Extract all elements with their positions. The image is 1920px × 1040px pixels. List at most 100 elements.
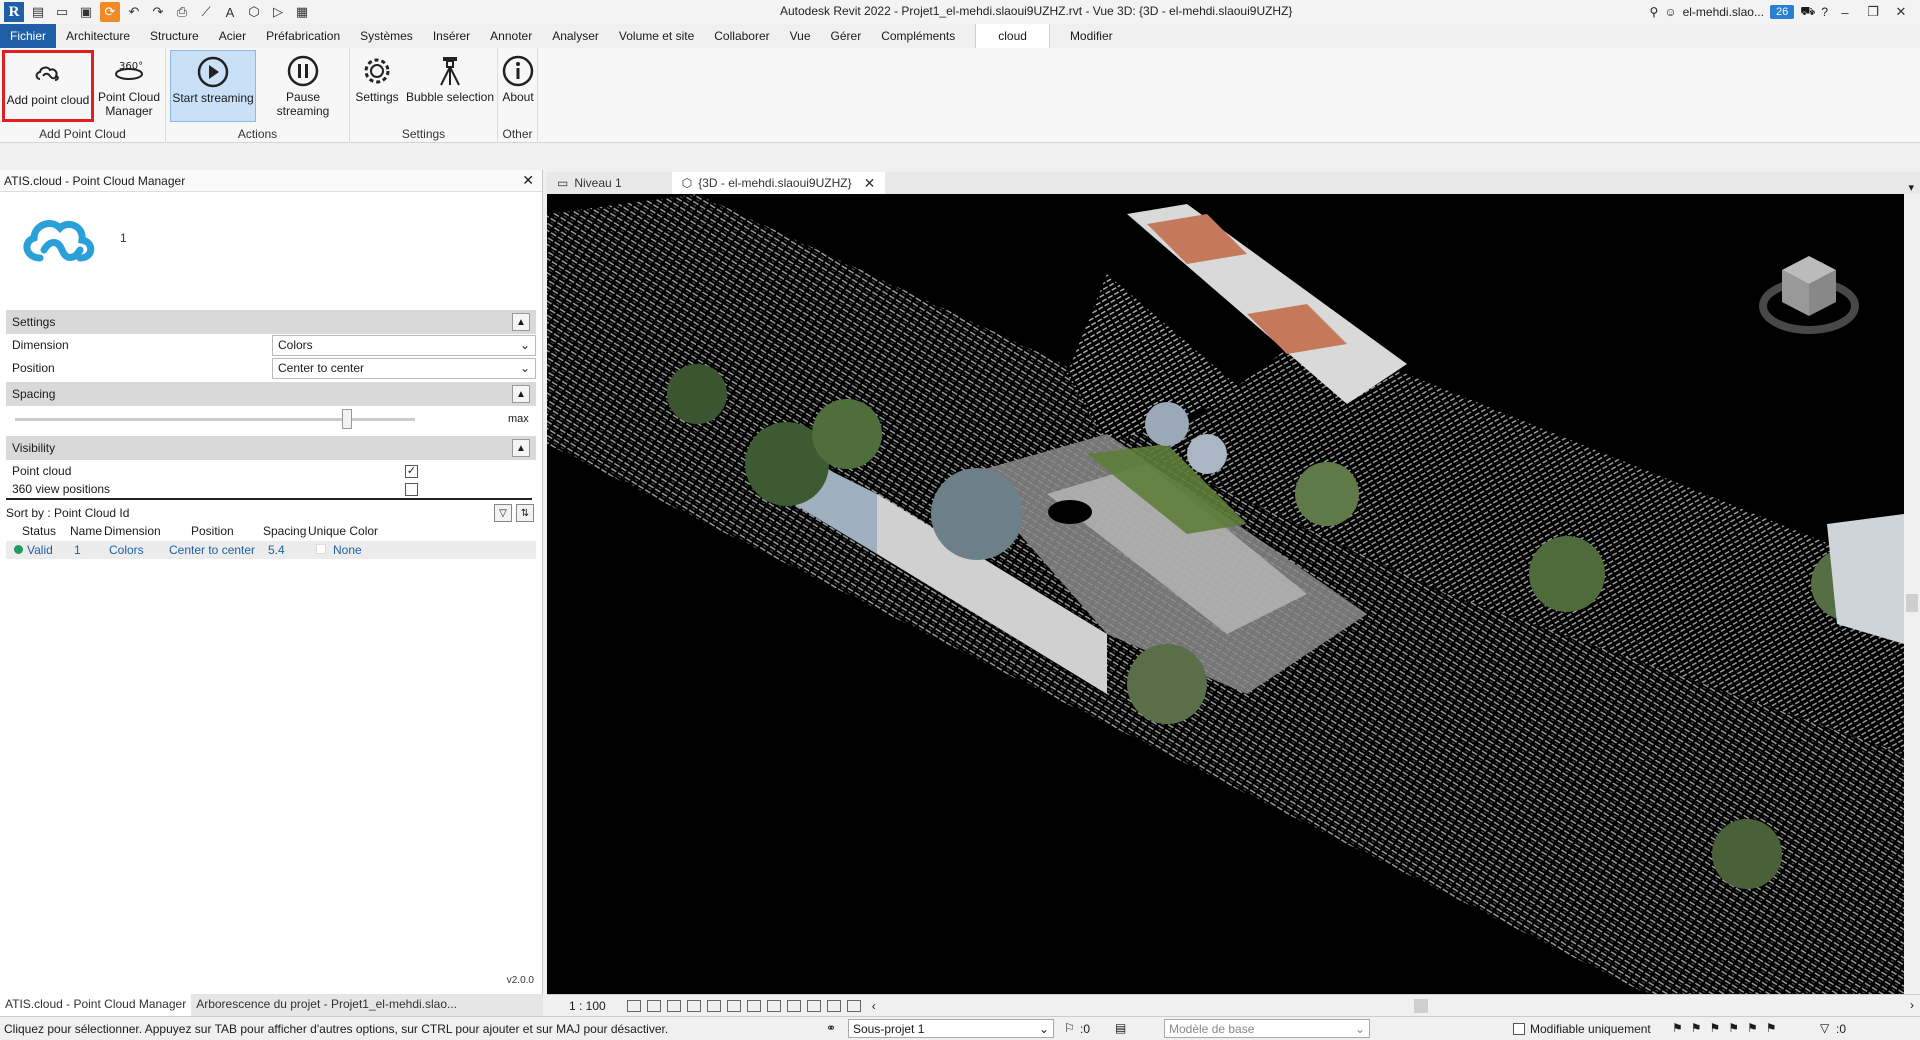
redo-icon[interactable]: ↷ — [148, 2, 168, 22]
reveal-hidden-icon[interactable] — [806, 999, 821, 1012]
menu-tab-pr-fabrication[interactable]: Préfabrication — [256, 24, 350, 48]
column-name[interactable]: Name — [70, 524, 102, 538]
menu-tab-annoter[interactable]: Annoter — [480, 24, 542, 48]
menu-tab-compl-ments[interactable]: Compléments — [871, 24, 965, 48]
tab-niveau-1[interactable]: ▭ Niveau 1 — [547, 172, 632, 194]
menu-tab-syst-mes[interactable]: Systèmes — [350, 24, 423, 48]
menu-tab-vue[interactable]: Vue — [780, 24, 821, 48]
measure-icon[interactable]: ⟋ — [196, 2, 216, 22]
spacing-slider-track[interactable] — [15, 418, 415, 421]
menu-tab-g-rer[interactable]: Gérer — [821, 24, 872, 48]
menu-tab-architecture[interactable]: Architecture — [56, 24, 140, 48]
tab-project-browser[interactable]: Arborescence du projet - Projet1_el-mehd… — [191, 994, 462, 1016]
open-icon[interactable]: ▤ — [28, 2, 48, 22]
user-icon[interactable]: ☺ — [1664, 5, 1676, 19]
restore-icon[interactable]: ❐ — [1862, 4, 1884, 20]
menu-tab-analyser[interactable]: Analyser — [542, 24, 609, 48]
highlight-displacement-icon[interactable] — [846, 999, 861, 1012]
sync-icon[interactable]: ⟳ — [100, 2, 120, 22]
scroll-right-icon[interactable]: › — [1910, 998, 1914, 1012]
help-icon[interactable]: ? — [1821, 5, 1828, 19]
table-row[interactable]: Valid 1 Colors Center to center 5.4 None — [6, 541, 536, 559]
close-windows-icon[interactable]: ▦ — [292, 2, 312, 22]
spacing-section-header[interactable]: Spacing ▲ — [6, 382, 536, 406]
3d-view-icon[interactable]: ⬡ — [244, 2, 264, 22]
settings-button[interactable]: Settings — [352, 50, 402, 122]
column-spacing[interactable]: Spacing — [263, 524, 306, 538]
detail-level-icon[interactable] — [626, 999, 641, 1012]
3d-viewport[interactable] — [547, 194, 1904, 994]
collapse-up-icon[interactable]: ▲ — [512, 313, 530, 331]
minimize-icon[interactable]: – — [1834, 5, 1856, 20]
scale-label[interactable]: 1 : 100 — [569, 999, 606, 1013]
cart-icon[interactable]: ⛟ — [1800, 4, 1815, 20]
add-point-cloud-button[interactable]: Add point cloud — [2, 50, 94, 122]
menu-tab-structure[interactable]: Structure — [140, 24, 209, 48]
section-icon[interactable]: ▷ — [268, 2, 288, 22]
undo-icon[interactable]: ↶ — [124, 2, 144, 22]
viewcube-icon[interactable] — [1754, 244, 1864, 344]
about-button[interactable]: About — [500, 50, 536, 122]
close-icon[interactable]: ✕ — [1890, 4, 1912, 20]
revit-logo-icon[interactable]: R — [4, 2, 24, 22]
design-options-icon[interactable]: ▤ — [1115, 1021, 1126, 1035]
menu-tab-modifier[interactable]: Modifier — [1060, 24, 1123, 48]
design-option-select[interactable]: Modèle de base ⌄ — [1164, 1019, 1370, 1038]
pause-streaming-button[interactable]: Pause streaming — [258, 50, 348, 122]
binoculars-icon[interactable]: ⚲ — [1650, 5, 1659, 19]
settings-section-header[interactable]: Settings ▲ — [6, 310, 536, 334]
scroll-left-icon[interactable]: ‹ — [872, 999, 876, 1013]
print-icon[interactable]: ⎙ — [172, 2, 192, 22]
column-status[interactable]: Status — [22, 524, 56, 538]
notification-badge[interactable]: 26 — [1769, 5, 1795, 19]
render-icon[interactable] — [706, 999, 721, 1012]
dimension-select[interactable]: Colors ⌄ — [272, 334, 536, 356]
visibility-section-header[interactable]: Visibility ▲ — [6, 436, 536, 460]
column-unique-color[interactable]: Unique Color — [308, 524, 378, 538]
crop-icon[interactable] — [726, 999, 741, 1012]
menu-tab-cloud[interactable]: cloud — [975, 24, 1050, 48]
menu-tab-acier[interactable]: Acier — [209, 24, 256, 48]
shadows-icon[interactable] — [686, 999, 701, 1012]
worksets-icon[interactable]: ⚭ — [826, 1021, 836, 1035]
menu-tab-volume-et-site[interactable]: Volume et site — [609, 24, 704, 48]
editing-requests-icon[interactable]: ⚐ — [1064, 1021, 1075, 1035]
point-cloud-checkbox[interactable]: ✓ — [405, 464, 418, 478]
editable-only-option[interactable]: Modifiable uniquement — [1513, 1022, 1651, 1036]
start-streaming-button[interactable]: Start streaming — [170, 50, 256, 122]
sort-by-label[interactable]: Sort by : Point Cloud Id — [6, 506, 129, 520]
filter-icon[interactable]: ▽ — [494, 504, 512, 522]
analytical-model-icon[interactable] — [826, 999, 841, 1012]
editable-only-checkbox[interactable] — [1513, 1023, 1525, 1035]
close-tab-icon[interactable]: ✕ — [864, 175, 876, 192]
tab-point-cloud-manager[interactable]: ATIS.cloud - Point Cloud Manager — [0, 994, 192, 1016]
filter-icon[interactable]: ▽ — [1820, 1021, 1829, 1035]
text-icon[interactable]: A — [220, 2, 240, 22]
menu-tab-fichier[interactable]: Fichier — [0, 24, 57, 48]
subproject-select[interactable]: Sous-projet 1 ⌄ — [848, 1019, 1054, 1038]
view360-checkbox[interactable] — [405, 482, 418, 496]
position-select[interactable]: Center to center ⌄ — [272, 357, 536, 379]
point-cloud-manager-button[interactable]: 360° Point Cloud Manager — [96, 50, 162, 122]
spacing-slider-thumb[interactable] — [342, 409, 352, 429]
show-crop-icon[interactable] — [746, 999, 761, 1012]
tab-menu-icon[interactable]: ▾ — [1902, 181, 1920, 194]
bubble-selection-button[interactable]: Bubble selection — [404, 50, 496, 122]
folder-icon[interactable]: ▭ — [52, 2, 72, 22]
collapse-up-icon[interactable]: ▲ — [512, 385, 530, 403]
column-dimension[interactable]: Dimension — [104, 524, 161, 538]
tab-3d-view[interactable]: ⬡ {3D - el-mehdi.slaoui9UZHZ} ✕ — [671, 172, 886, 194]
horizontal-scroll-thumb[interactable] — [1414, 999, 1428, 1013]
menu-tab-collaborer[interactable]: Collaborer — [704, 24, 779, 48]
sort-order-icon[interactable]: ⇅ — [516, 504, 534, 522]
panel-close-icon[interactable]: ✕ — [518, 172, 538, 189]
scrollbar-thumb[interactable] — [1906, 594, 1918, 612]
user-name[interactable]: el-mehdi.slao... — [1683, 5, 1764, 19]
save-icon[interactable]: ▣ — [76, 2, 96, 22]
lock-view-icon[interactable] — [766, 999, 781, 1012]
menu-tab-ins-rer[interactable]: Insérer — [423, 24, 480, 48]
sun-path-icon[interactable] — [666, 999, 681, 1012]
collapse-up-icon[interactable]: ▲ — [512, 439, 530, 457]
viewport-scrollbar[interactable] — [1904, 194, 1920, 994]
unique-color-swatch[interactable] — [316, 544, 326, 554]
